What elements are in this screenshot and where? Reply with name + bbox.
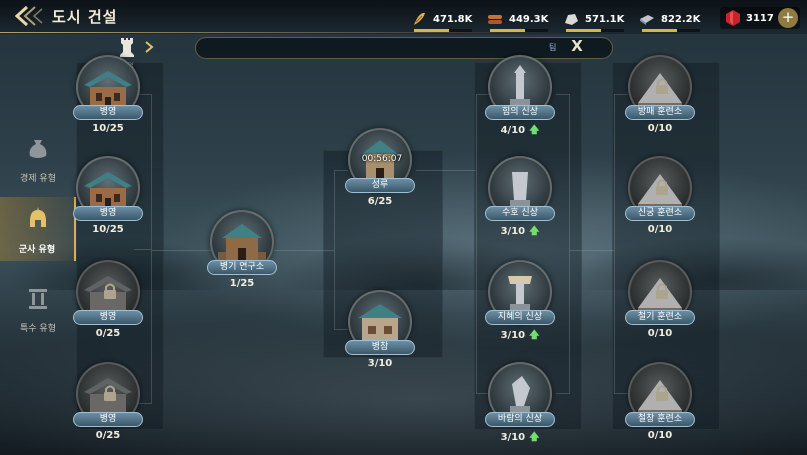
building-name: 방패 훈련소	[625, 105, 695, 120]
upgrade-arrow-icon: 🡅	[529, 432, 540, 443]
building-name: 병영	[73, 310, 143, 325]
page-title: 도시 건설	[52, 8, 118, 26]
building-shrine-wisdom[interactable]: 지혜의 신상 3/10 🡅	[480, 260, 560, 352]
lock-icon	[656, 78, 668, 94]
ruby-icon	[726, 10, 740, 26]
upgrade-arrow-icon: 🡅	[529, 226, 540, 237]
building-level: 10/25	[92, 123, 124, 134]
building-name: 바람의 신상	[485, 412, 555, 427]
building-level: 0/10	[647, 224, 673, 235]
grain-value: 471.8K	[433, 13, 473, 25]
building-name: 지혜의 신상	[485, 310, 555, 325]
building-barracks-2[interactable]: 병영 10/25	[68, 156, 148, 248]
building-level: 3/10	[367, 358, 393, 369]
building-archer-camp[interactable]: 신궁 훈련소 0/10	[620, 156, 700, 248]
building-cavalry-camp[interactable]: 철기 훈련소 0/10	[620, 260, 700, 352]
connector-line	[570, 250, 614, 251]
search-input[interactable]	[208, 40, 538, 56]
building-war-camp[interactable]: 병참 3/10	[340, 290, 420, 382]
chevron-right-icon	[145, 41, 154, 53]
tab-military[interactable]: 군사 유형	[0, 197, 76, 261]
building-name: 철창 훈련소	[625, 412, 695, 427]
building-level: 4/10 🡅	[500, 125, 540, 136]
iron-icon	[638, 10, 656, 28]
lock-icon	[104, 385, 116, 401]
iron-value: 822.2K	[661, 13, 701, 25]
tab-special-label: 특수 유형	[20, 324, 56, 334]
upgrade-timer: 00:56:07	[361, 154, 403, 164]
stone-value: 571.1K	[585, 13, 625, 25]
back-button[interactable]	[14, 4, 44, 28]
building-name: 수호 신상	[485, 206, 555, 221]
building-barracks-4[interactable]: 병영 0/25	[68, 362, 148, 454]
grain-icon	[410, 10, 428, 28]
building-level: 0/10	[647, 123, 673, 134]
building-name: 성루	[345, 178, 415, 193]
wood-icon	[486, 10, 504, 28]
add-gems-button[interactable]: +	[778, 8, 798, 28]
building-name: 병영	[73, 105, 143, 120]
lock-icon	[104, 283, 116, 299]
building-level: 10/25	[92, 224, 124, 235]
building-level: 6/25	[367, 196, 393, 207]
gem-counter: 3117 +	[720, 7, 800, 29]
building-level: 3/10 🡅	[500, 432, 540, 443]
tab-economy-label: 경제 유형	[20, 174, 56, 184]
building-fortress[interactable]: 00:56:07 성루 6/25	[340, 128, 420, 220]
building-level: 0/25	[95, 430, 121, 441]
back-arrow-icon	[14, 5, 43, 27]
upgrade-arrow-icon: 🡅	[529, 330, 540, 341]
resource-stone[interactable]: 571.1K	[562, 8, 626, 32]
stone-icon	[562, 10, 580, 28]
helmet-icon	[30, 207, 46, 227]
building-spear-camp[interactable]: 철창 훈련소 0/10	[620, 362, 700, 454]
building-level: 3/10 🡅	[500, 226, 540, 237]
header-divider	[0, 32, 807, 33]
building-barracks-1[interactable]: 병영 10/25	[68, 55, 148, 147]
top-bar: 도시 건설 471.8K 449.3K 571.1K 822.2K 3117 +	[0, 0, 807, 34]
lock-icon	[656, 283, 668, 299]
building-name: 신궁 훈련소	[625, 206, 695, 221]
building-armory-lab[interactable]: 병기 연구소 1/25	[202, 210, 282, 302]
building-level: 0/10	[647, 328, 673, 339]
building-name: 병기 연구소	[207, 260, 277, 275]
resource-wood[interactable]: 449.3K	[486, 8, 550, 32]
search-clear-button[interactable]: X	[568, 37, 586, 57]
lock-icon	[656, 179, 668, 195]
building-name: 병영	[73, 412, 143, 427]
building-shield-camp[interactable]: 방패 훈련소 0/10	[620, 55, 700, 147]
building-barracks-3[interactable]: 병영 0/25	[68, 260, 148, 352]
building-shrine-power[interactable]: 힘의 신상 4/10 🡅	[480, 55, 560, 147]
resource-grain[interactable]: 471.8K	[410, 8, 474, 32]
building-name: 병영	[73, 206, 143, 221]
money-bag-icon	[29, 140, 47, 158]
tab-military-label: 군사 유형	[18, 245, 56, 255]
tab-economy[interactable]: 경제 유형	[0, 126, 76, 190]
wood-value: 449.3K	[509, 13, 549, 25]
pillar-icon	[29, 289, 47, 309]
building-shrine-guard[interactable]: 수호 신상 3/10 🡅	[480, 156, 560, 248]
search-go-button[interactable]: 팀	[549, 42, 556, 53]
lock-icon	[656, 385, 668, 401]
resource-iron[interactable]: 822.2K	[638, 8, 702, 32]
building-level: 1/25	[229, 278, 255, 289]
building-level: 0/10	[647, 430, 673, 441]
connector-line	[274, 250, 334, 251]
building-name: 힘의 신상	[485, 105, 555, 120]
building-name: 철기 훈련소	[625, 310, 695, 325]
tab-special[interactable]: 특수 유형	[0, 276, 76, 340]
connector-line	[416, 170, 476, 171]
building-level: 3/10 🡅	[500, 330, 540, 341]
building-name: 병참	[345, 340, 415, 355]
building-level: 0/25	[95, 328, 121, 339]
building-shrine-wind[interactable]: 바람의 신상 3/10 🡅	[480, 362, 560, 454]
gem-value: 3117	[746, 12, 774, 24]
upgrade-arrow-icon: 🡅	[529, 125, 540, 136]
